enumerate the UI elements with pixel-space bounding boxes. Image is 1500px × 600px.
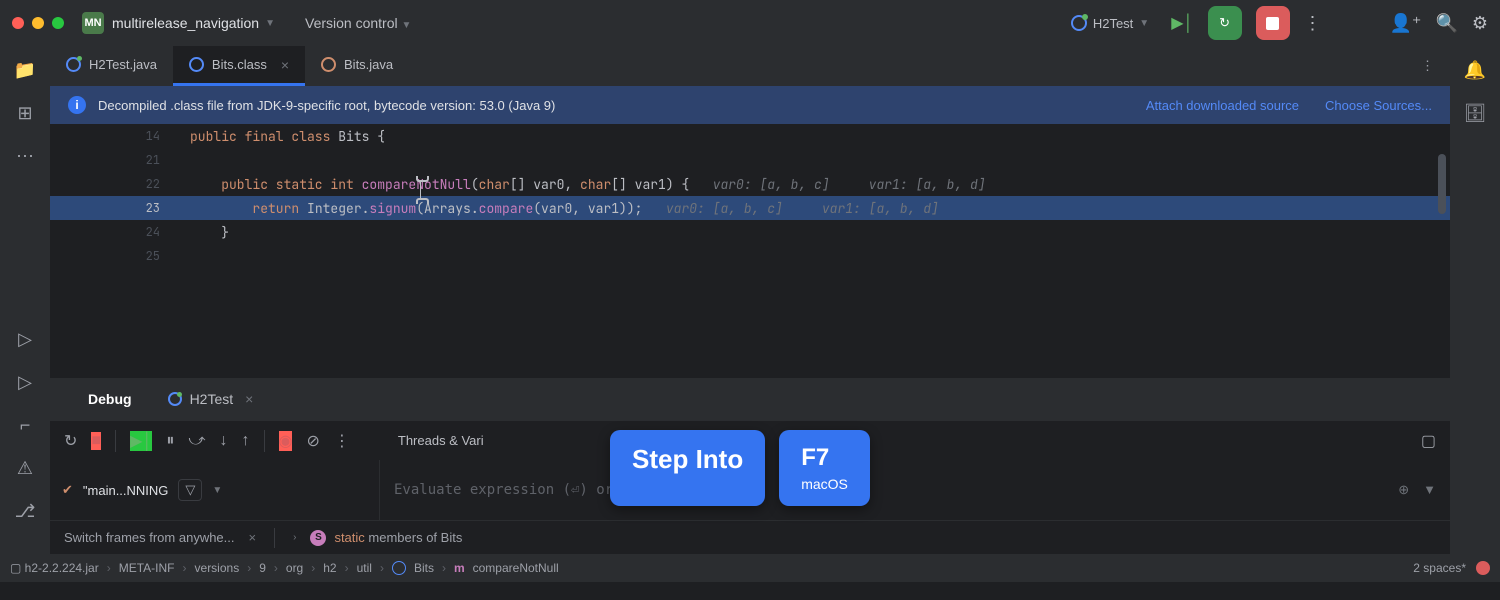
close-icon[interactable]: × [249,530,257,545]
switch-frames-hint: Switch frames from anywhe... [64,530,235,545]
debug-icon [168,392,182,406]
thread-label[interactable]: "main...NNING [83,483,169,498]
overlay-key: F7 macOS [779,430,870,506]
java-icon [66,57,81,72]
shortcut-overlay: Step Into F7 macOS [610,430,870,506]
overlay-action: Step Into [610,430,765,506]
editor-tabs: H2Test.java Bits.class× Bits.java ⋮ [50,46,1450,86]
code-line[interactable]: 23 return Integer.signum(Arrays.compare(… [50,196,1450,220]
mute-breakpoints-icon[interactable]: ⊘ [306,431,319,451]
stop-button[interactable] [1256,6,1290,40]
scrollbar[interactable] [1438,154,1446,214]
rerun-icon[interactable]: ↻ [64,431,77,451]
pause-icon[interactable]: ⏸ [166,432,174,450]
filter-icon[interactable]: ▽ [178,479,202,501]
tab-h2test-java[interactable]: H2Test.java [50,46,173,86]
debug-tab[interactable]: Debug [70,381,150,417]
project-tool-icon[interactable]: 📁 [14,60,36,81]
close-icon[interactable]: × [245,391,253,407]
terminal-tool-icon[interactable]: ⌐ [20,415,31,436]
code-line[interactable]: 14public final class Bits { [50,124,1450,148]
resume-icon[interactable]: ▶│ [130,431,152,451]
structure-tool-icon[interactable]: ⊞ [17,103,32,124]
tabs-more-icon[interactable]: ⋮ [1405,46,1450,86]
text-caret [420,180,421,200]
problems-tool-icon[interactable]: ⚠ [17,458,33,479]
check-icon: ✔ [62,482,73,498]
search-icon[interactable]: 🔍 [1435,13,1457,34]
version-control-menu[interactable]: Version control ▼ [305,15,411,31]
more-actions-icon[interactable]: ⋮ [1304,13,1322,34]
run-configuration-selector[interactable]: H2Test ▼ [1063,11,1157,35]
info-icon: i [68,96,86,114]
chevron-down-icon[interactable]: ▼ [212,485,222,496]
more-tools-icon[interactable]: ⋯ [16,146,34,167]
chevron-down-icon[interactable]: ▼ [265,18,275,29]
code-line[interactable]: 22 public static int compareNotNull(char… [50,172,1450,196]
variables-panel: Evaluate expression (⏎) or ⊕ ▼ [380,460,1450,520]
evaluate-input[interactable]: Evaluate expression (⏎) or [394,482,613,498]
services-tool-icon[interactable]: ▷ [18,329,32,350]
choose-sources-link[interactable]: Choose Sources... [1325,98,1432,113]
banner-message: Decompiled .class file from JDK-9-specif… [98,98,555,113]
right-tool-stripe: 🔔 🗄 [1450,46,1500,554]
git-tool-icon[interactable]: ⎇ [15,501,36,522]
step-into-icon[interactable]: ↓ [220,432,228,450]
window-close[interactable] [12,17,24,29]
run-button[interactable]: ▶│ [1171,13,1193,33]
stop-icon[interactable]: ■ [91,432,101,450]
threads-vars-label[interactable]: Threads & Vari [398,433,484,448]
view-breakpoints-icon[interactable]: ◉ [279,431,293,451]
close-icon[interactable]: × [281,57,289,73]
error-indicator-icon[interactable] [1476,561,1490,575]
left-tool-stripe: 📁 ⊞ ⋯ ▷ ▷ ⌐ ⚠ ⎇ [0,46,50,554]
status-bar: ▢ h2-2.2.224.jar › META-INF › versions ›… [0,554,1500,582]
tab-bits-class[interactable]: Bits.class× [173,46,305,86]
settings-icon[interactable]: ⚙ [1472,13,1488,34]
debug-tool-tabs: Debug H2Test× [50,378,1450,420]
static-members-node[interactable]: S static static members of Bitsmembers o… [310,530,462,546]
tab-bits-java[interactable]: Bits.java [305,46,409,86]
decompiled-banner: i Decompiled .class file from JDK-9-spec… [50,86,1450,124]
code-line[interactable]: 25 [50,244,1450,268]
code-line[interactable]: 21 [50,148,1450,172]
java-icon [321,57,336,72]
code-line[interactable]: 24 } [50,220,1450,244]
debug-session-tab[interactable]: H2Test× [150,381,272,417]
indent-indicator[interactable]: 2 spaces* [1413,561,1466,575]
debug-config-icon [1071,15,1087,31]
window-minimize[interactable] [32,17,44,29]
step-over-icon[interactable]: ⤻ [188,432,205,450]
frames-panel: ✔ "main...NNING ▽ ▼ [50,460,380,520]
window-maximize[interactable] [52,17,64,29]
breadcrumbs[interactable]: ▢ h2-2.2.224.jar › META-INF › versions ›… [10,561,559,575]
chevron-down-icon[interactable]: ▼ [1423,482,1436,498]
database-tool-icon[interactable]: 🗄 [1464,103,1487,124]
run-tool-icon[interactable]: ▷ [18,372,32,393]
notifications-icon[interactable]: 🔔 [1464,60,1486,81]
add-watch-icon[interactable]: ⊕ [1398,482,1409,498]
code-with-me-icon[interactable]: 👤⁺ [1390,13,1422,34]
step-out-icon[interactable]: ↑ [242,432,250,450]
chevron-right-icon[interactable]: › [293,532,296,543]
project-name[interactable]: multirelease_navigation [112,15,259,31]
layout-icon[interactable]: ▢ [1421,431,1436,451]
debug-button[interactable]: ↻ [1208,6,1242,40]
more-icon[interactable]: ⋮ [334,431,350,451]
static-badge-icon: S [310,530,326,546]
project-badge: MN [82,12,104,34]
attach-source-link[interactable]: Attach downloaded source [1146,98,1299,113]
class-icon [189,57,204,72]
code-editor[interactable]: 14public final class Bits {2122 public s… [50,124,1450,378]
